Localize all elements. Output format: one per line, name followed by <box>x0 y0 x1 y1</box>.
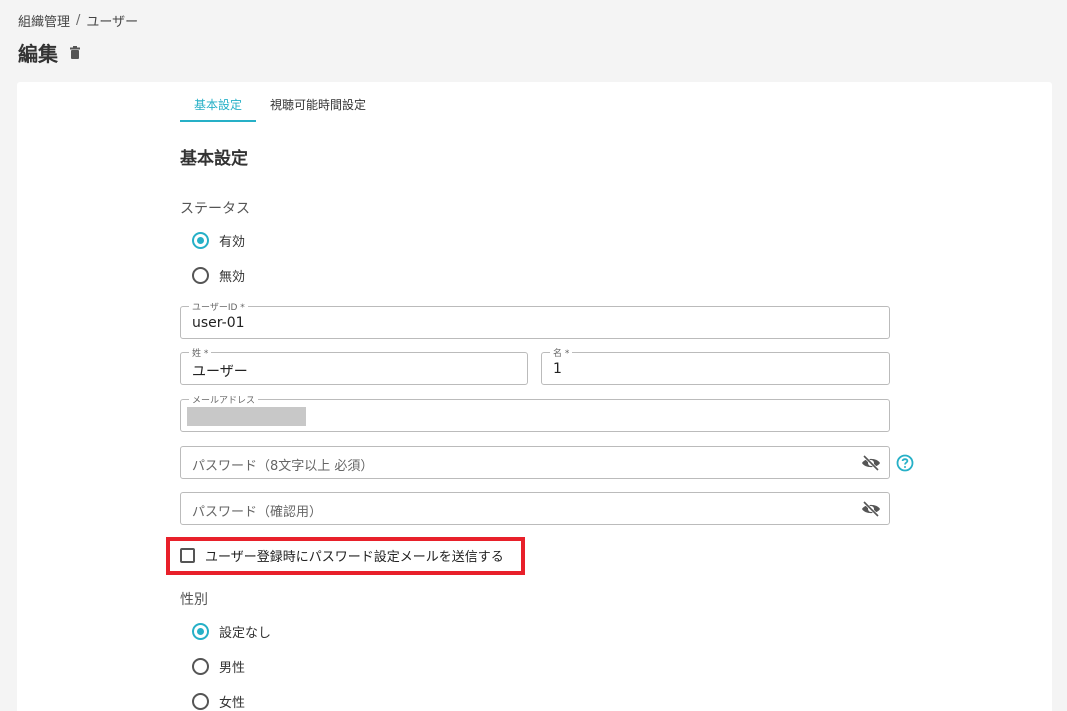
user-id-field[interactable]: ユーザーID * user-01 <box>180 300 890 339</box>
status-label: ステータス <box>180 201 250 217</box>
password-confirm-field[interactable]: パスワード（確認用） <box>180 492 890 525</box>
send-mail-checkbox-row[interactable]: ユーザー登録時にパスワード設定メールを送信する <box>180 546 504 565</box>
last-name-value: ユーザー <box>192 364 248 380</box>
breadcrumb: 組織管理 / ユーザー <box>18 11 138 30</box>
gender-option-label: 男性 <box>219 661 246 676</box>
email-redacted-value <box>187 407 306 426</box>
help-circle-icon[interactable] <box>896 454 914 472</box>
status-option-inactive[interactable]: 無効 <box>192 266 245 285</box>
password-confirm-placeholder: パスワード（確認用） <box>192 505 323 520</box>
gender-option-female[interactable]: 女性 <box>192 692 245 711</box>
radio-unchecked-icon[interactable] <box>192 267 209 284</box>
radio-checked-icon[interactable] <box>192 623 209 640</box>
checkbox-unchecked-icon[interactable] <box>180 548 195 563</box>
tab-viewing-time-settings[interactable]: 視聴可能時間設定 <box>256 82 380 122</box>
first-name-field[interactable]: 名 * 1 <box>541 346 890 385</box>
eye-off-icon[interactable] <box>861 500 881 518</box>
section-title: 基本設定 <box>180 149 248 169</box>
tab-bar: 基本設定 視聴可能時間設定 <box>180 82 380 122</box>
radio-checked-icon[interactable] <box>192 232 209 249</box>
gender-option-label: 女性 <box>219 696 246 711</box>
last-name-field[interactable]: 姓 * ユーザー <box>180 346 528 385</box>
email-field[interactable]: メールアドレス <box>180 393 890 432</box>
breadcrumb-separator: / <box>76 13 81 28</box>
status-option-label: 無効 <box>219 270 246 285</box>
status-option-active[interactable]: 有効 <box>192 231 245 250</box>
radio-unchecked-icon[interactable] <box>192 693 209 710</box>
gender-option-label: 設定なし <box>219 626 272 641</box>
tab-basic-settings[interactable]: 基本設定 <box>180 82 257 122</box>
password-placeholder: パスワード（8文字以上 必須） <box>192 459 374 474</box>
send-mail-checkbox-label: ユーザー登録時にパスワード設定メールを送信する <box>205 550 504 565</box>
user-id-value: user-01 <box>192 315 245 331</box>
status-option-label: 有効 <box>219 235 246 250</box>
breadcrumb-parent[interactable]: 組織管理 <box>18 11 70 30</box>
gender-option-male[interactable]: 男性 <box>192 657 245 676</box>
breadcrumb-current[interactable]: ユーザー <box>86 11 138 30</box>
gender-option-none[interactable]: 設定なし <box>192 622 271 641</box>
first-name-legend: 名 * <box>550 346 573 359</box>
gender-label: 性別 <box>180 592 208 608</box>
last-name-legend: 姓 * <box>189 346 212 359</box>
page-title-row: 編集 <box>18 38 82 67</box>
first-name-value: 1 <box>553 361 562 377</box>
email-legend: メールアドレス <box>189 393 259 406</box>
password-field[interactable]: パスワード（8文字以上 必須） <box>180 446 890 479</box>
user-id-legend: ユーザーID * <box>189 300 248 313</box>
page-title: 編集 <box>18 42 58 66</box>
form-card: 基本設定 視聴可能時間設定 基本設定 ステータス 有効 無効 ユーザーID * … <box>17 82 1052 711</box>
trash-icon[interactable] <box>68 45 82 60</box>
radio-unchecked-icon[interactable] <box>192 658 209 675</box>
eye-off-icon[interactable] <box>861 454 881 472</box>
